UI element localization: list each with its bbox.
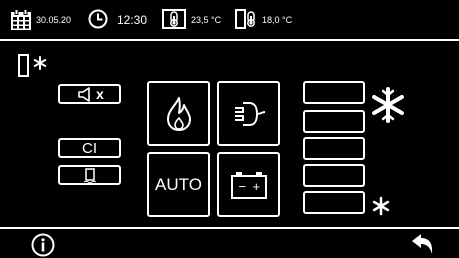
cooling-level-segment-3[interactable]: [303, 137, 365, 160]
flame-icon: [164, 96, 194, 132]
mute-button[interactable]: x: [58, 84, 121, 104]
back-arrow-icon[interactable]: [410, 233, 434, 255]
cooling-level-segment-1[interactable]: [303, 191, 365, 214]
speaker-mute-icon: [78, 87, 94, 102]
battery-icon: − +: [230, 171, 268, 199]
auto-label: AUTO: [155, 174, 202, 194]
thermometer-outside-icon: [235, 9, 259, 29]
mute-x-label: x: [96, 86, 104, 102]
battery-mode-button[interactable]: − +: [217, 152, 280, 217]
top-divider: [0, 39, 459, 41]
battery-plus-label: +: [252, 178, 261, 194]
snowflake-large-icon: [369, 86, 407, 124]
bottom-bar: [0, 229, 459, 258]
control-panel-screen: 30.05.20 12:30 23,5 °C 18,0 °C x CI AUTO…: [0, 0, 459, 258]
date-text: 30.05.20: [36, 15, 72, 25]
fridge-freezer-icon: [18, 54, 52, 78]
auto-mode-button[interactable]: AUTO: [147, 152, 210, 217]
fridge-icon: [82, 168, 98, 184]
cooling-level-segment-5[interactable]: [303, 81, 365, 104]
calendar-icon: [10, 9, 32, 31]
ci-label: CI: [82, 140, 97, 157]
cooling-level-segment-4[interactable]: [303, 110, 365, 133]
plug-icon: [231, 99, 267, 129]
snowflake-small-icon: [371, 196, 391, 216]
gas-mode-button[interactable]: [147, 81, 210, 146]
battery-minus-label: −: [238, 178, 247, 194]
ci-button[interactable]: CI: [58, 138, 121, 158]
time-text: 12:30: [117, 13, 148, 27]
mains-mode-button[interactable]: [217, 81, 280, 146]
thermometer-inside-icon: [162, 9, 186, 29]
clock-icon: [88, 9, 108, 29]
status-bar: 30.05.20 12:30 23,5 °C 18,0 °C: [0, 0, 459, 39]
info-icon[interactable]: [31, 233, 55, 257]
cooling-level-segment-2[interactable]: [303, 164, 365, 187]
outside-temperature: 18,0 °C: [262, 15, 293, 25]
inside-temperature: 23,5 °C: [191, 15, 222, 25]
fridge-button[interactable]: [58, 165, 121, 185]
